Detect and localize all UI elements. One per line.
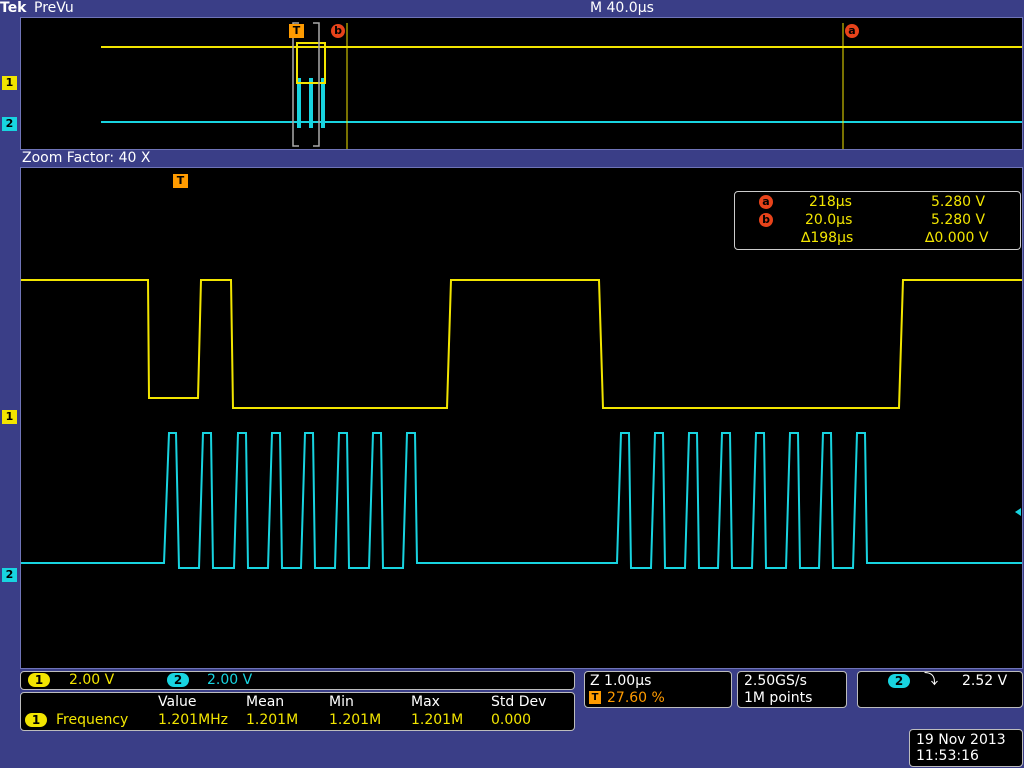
ch1-scale-badge: 1 bbox=[28, 673, 50, 687]
overview-waveform-panel[interactable]: T b a bbox=[20, 17, 1023, 150]
overview-ch2-marker[interactable]: 2 bbox=[2, 117, 17, 131]
meas-header-value: Value bbox=[158, 694, 197, 710]
meas-mean: 1.201M bbox=[246, 712, 299, 728]
zoom-trigger-badge: T bbox=[589, 691, 601, 704]
ch2-scale-badge: 2 bbox=[167, 673, 189, 687]
trigger-box[interactable]: 2 ⤵ 2.52 V bbox=[857, 671, 1023, 708]
cursor-readout-box: a 218µs 5.280 V b 20.0µs 5.280 V ∆198µs … bbox=[734, 191, 1021, 250]
brand-label: Tek bbox=[0, 0, 27, 16]
ch1-scale[interactable]: 2.00 V bbox=[69, 672, 114, 688]
trigger-slope-icon[interactable]: ⤵ bbox=[924, 672, 938, 688]
zoom-factor-label: Zoom Factor: 40 X bbox=[22, 150, 151, 166]
datetime-box: 19 Nov 2013 11:53:16 bbox=[909, 729, 1023, 767]
channel-scale-box[interactable]: 1 2.00 V 2 2.00 V bbox=[20, 671, 575, 690]
meas-value: 1.201MHz bbox=[158, 712, 229, 728]
cursor-delta-voltage: ∆0.000 V bbox=[925, 230, 989, 246]
meas-min: 1.201M bbox=[329, 712, 382, 728]
meas-header-min: Min bbox=[329, 694, 354, 710]
time-label: 11:53:16 bbox=[916, 748, 979, 764]
cursor-a-voltage: 5.280 V bbox=[931, 194, 986, 210]
overview-cursor-a-badge[interactable]: a bbox=[845, 24, 859, 38]
acquisition-box[interactable]: 2.50GS/s 1M points bbox=[737, 671, 847, 708]
zoom-ch2-trace bbox=[21, 432, 1022, 569]
trigger-position[interactable]: 27.60 % bbox=[607, 690, 665, 706]
overview-ch1-marker[interactable]: 1 bbox=[2, 76, 17, 90]
zoom-ch2-marker[interactable]: 2 bbox=[2, 568, 17, 582]
cursor-b-time: 20.0µs bbox=[805, 212, 853, 228]
ch2-scale[interactable]: 2.00 V bbox=[207, 672, 252, 688]
trigger-level[interactable]: 2.52 V bbox=[962, 673, 1007, 689]
meas-header-stddev: Std Dev bbox=[491, 694, 547, 710]
overview-svg bbox=[101, 22, 1022, 149]
cursor-delta-time: ∆198µs bbox=[801, 230, 854, 246]
date-label: 19 Nov 2013 bbox=[916, 732, 1006, 748]
zoom-trigger-marker[interactable]: T bbox=[173, 174, 188, 188]
meas-channel-badge: 1 bbox=[25, 713, 47, 727]
acquisition-mode: PreVu bbox=[34, 0, 74, 16]
overview-trigger-marker[interactable]: T bbox=[289, 24, 304, 38]
zoom-ch1-trace bbox=[21, 279, 1022, 409]
sample-rate[interactable]: 2.50GS/s bbox=[744, 673, 807, 689]
trigger-source-badge: 2 bbox=[888, 674, 910, 688]
record-length[interactable]: 1M points bbox=[744, 690, 812, 706]
overview-cursor-b-badge[interactable]: b bbox=[331, 24, 345, 38]
zoom-settings-box[interactable]: Z 1.00µs T 27.60 % bbox=[584, 671, 732, 708]
zoom-scale[interactable]: Z 1.00µs bbox=[590, 673, 651, 689]
cursor-b-badge: b bbox=[759, 213, 773, 227]
zoom-ch1-marker[interactable]: 1 bbox=[2, 410, 17, 424]
meas-max: 1.201M bbox=[411, 712, 464, 728]
meas-name: Frequency bbox=[56, 712, 129, 728]
cursor-a-time: 218µs bbox=[809, 194, 852, 210]
meas-header-max: Max bbox=[411, 694, 440, 710]
cursor-a-badge: a bbox=[759, 195, 773, 209]
meas-stddev: 0.000 bbox=[491, 712, 532, 728]
horizontal-scale[interactable]: M 40.0µs bbox=[590, 0, 654, 16]
measurements-box[interactable]: Value Mean Min Max Std Dev 1 Frequency 1… bbox=[20, 692, 575, 731]
meas-header-mean: Mean bbox=[246, 694, 285, 710]
cursor-b-voltage: 5.280 V bbox=[931, 212, 986, 228]
